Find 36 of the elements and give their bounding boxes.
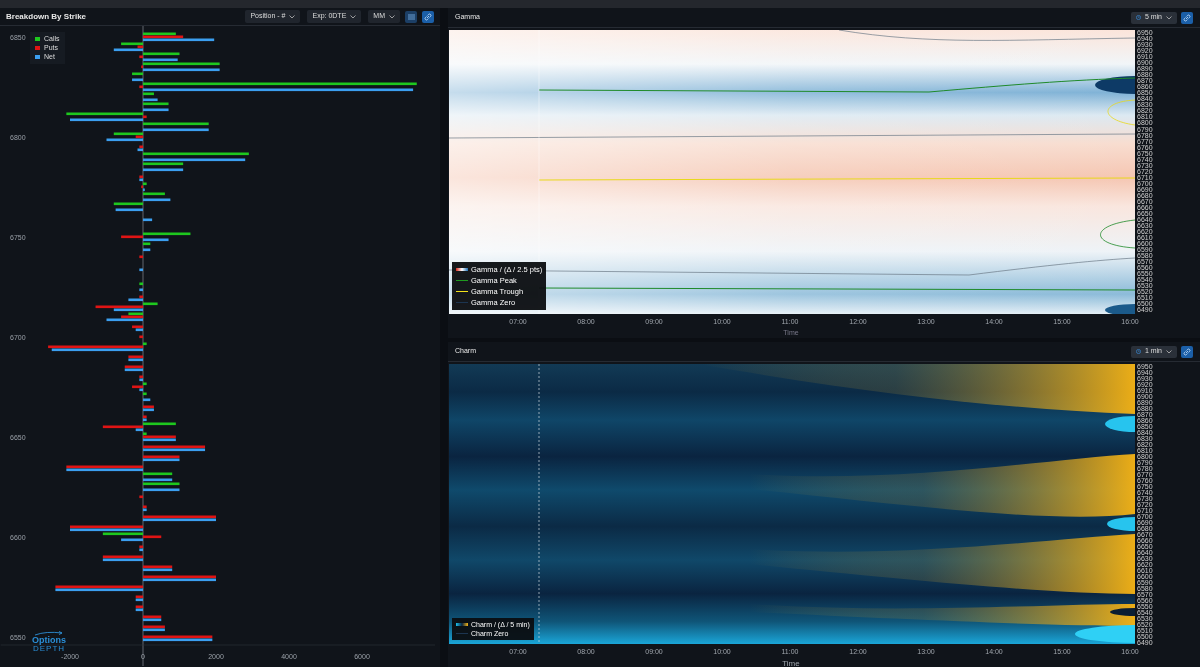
peak-line: [1100, 219, 1135, 249]
clock-icon: [1135, 349, 1141, 354]
list-view-button[interactable]: [405, 10, 417, 23]
list-icon: [407, 13, 415, 20]
bar: [139, 335, 143, 339]
bar: [139, 495, 143, 499]
logo-tagline: DEPTH: [32, 645, 66, 653]
bar: [143, 168, 184, 172]
link-icon: [424, 12, 432, 21]
bar: [139, 255, 143, 259]
gradient-swatch: [456, 268, 468, 271]
clock-icon: [1135, 15, 1141, 20]
trough-line: [1107, 99, 1135, 126]
bar: [115, 208, 143, 212]
bar: [143, 398, 151, 402]
link-button[interactable]: [1181, 11, 1193, 24]
link-icon: [1183, 347, 1191, 356]
link-button[interactable]: [1181, 345, 1193, 358]
bar: [139, 288, 143, 292]
chevron-icon: [350, 14, 357, 19]
chevron-icon: [1166, 15, 1172, 20]
link-button[interactable]: [422, 10, 434, 23]
chevron-icon: [289, 14, 296, 19]
logo-text: Options: [32, 636, 66, 645]
bar: [139, 282, 143, 286]
bar: [143, 488, 180, 492]
bar: [139, 268, 143, 272]
gradient-swatch: [456, 623, 468, 626]
axis-title: Time: [782, 657, 800, 667]
link-icon: [1183, 13, 1191, 22]
chevron-icon: [389, 14, 395, 19]
chevron-icon: [1166, 349, 1172, 354]
bar: [143, 248, 151, 252]
bar: [143, 218, 153, 222]
panel-title: Breakdown By Strike: [6, 10, 87, 23]
swoosh-icon: [34, 631, 64, 636]
